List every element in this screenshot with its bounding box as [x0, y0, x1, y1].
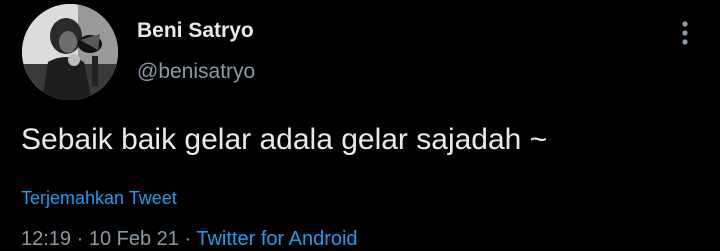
separator-dot: ·: [184, 228, 192, 250]
translate-tweet-link[interactable]: Terjemahkan Tweet: [21, 188, 177, 209]
tweet-source-link[interactable]: Twitter for Android: [196, 228, 357, 250]
display-name[interactable]: Beni Satryo: [137, 19, 254, 43]
avatar[interactable]: [22, 4, 118, 100]
avatar-photo: [22, 4, 118, 100]
separator-dot: ·: [76, 228, 84, 250]
tweet-text: Sebaik baik gelar adala gelar sajadah ~: [21, 123, 548, 156]
user-handle[interactable]: @benisatryo: [137, 60, 255, 84]
tweet-date: 10 Feb 21: [88, 228, 179, 250]
more-options-button[interactable]: [672, 18, 698, 48]
tweet-time: 12:19: [21, 228, 72, 250]
vertical-ellipsis-icon: [682, 21, 688, 45]
